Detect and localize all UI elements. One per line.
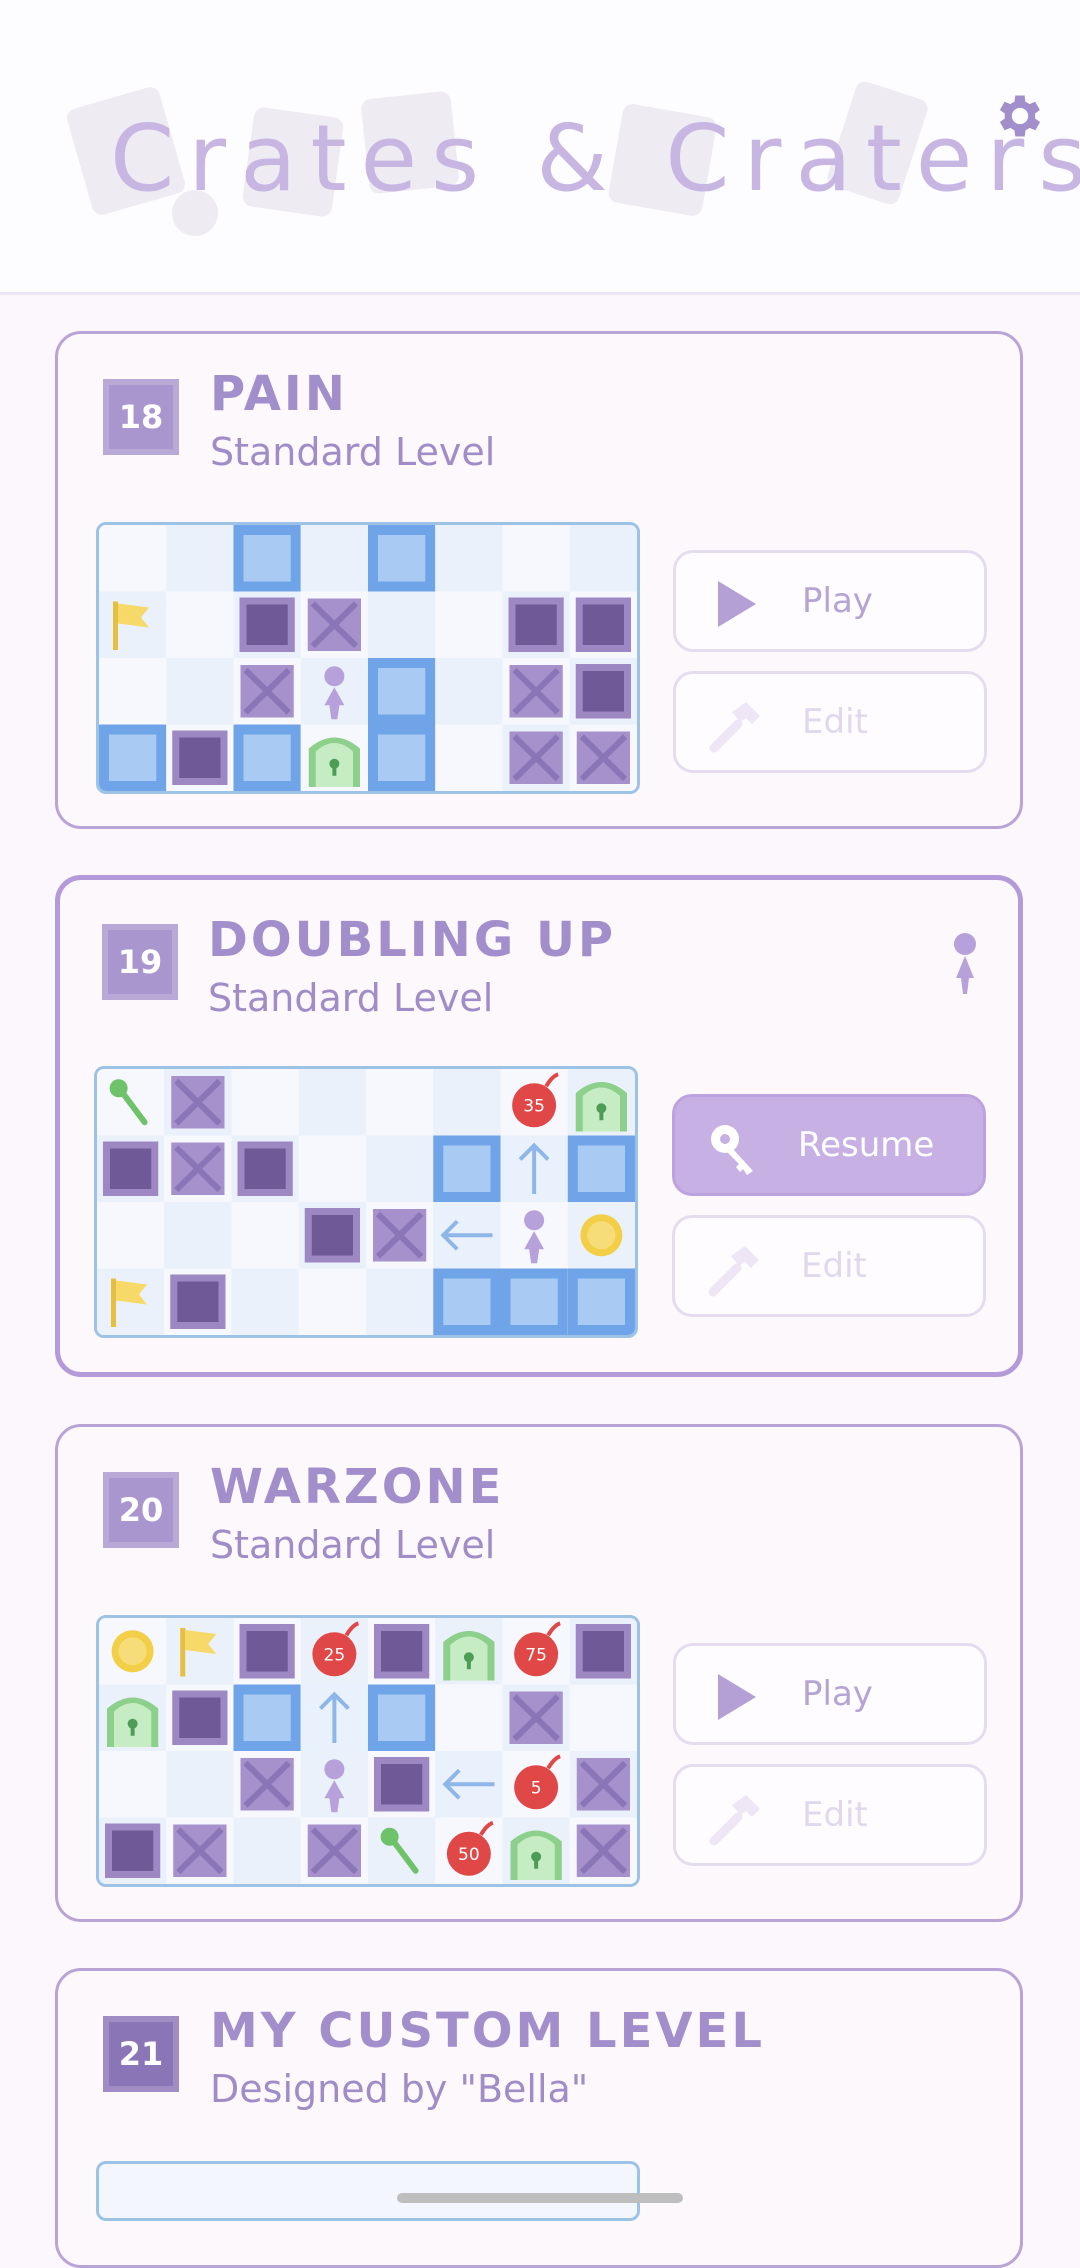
flag-icon <box>111 1278 116 1327</box>
edit-button-label: Edit <box>802 702 868 742</box>
bomb-timer: 5 <box>531 1778 542 1798</box>
hammer-icon <box>708 1246 759 1297</box>
level-number: 19 <box>117 943 163 981</box>
level-subtitle: Standard Level <box>208 976 494 1020</box>
level-preview[interactable]: 25 75 5 50 <box>96 1615 640 1887</box>
player-icon <box>324 1759 345 1780</box>
level-number: 20 <box>118 1491 164 1529</box>
bomb-timer: 75 <box>525 1645 547 1665</box>
flag-icon <box>180 1628 186 1677</box>
bomb-timer: 25 <box>324 1645 346 1665</box>
level-title: WARZONE <box>210 1459 505 1515</box>
app-header: Crates & Craters <box>0 0 1080 295</box>
settings-gear-icon[interactable] <box>992 88 1048 144</box>
level-number-badge: 18 <box>103 379 179 455</box>
bomb-timer: 35 <box>523 1096 545 1116</box>
player-icon <box>324 666 345 687</box>
level-card-active[interactable]: 19 DOUBLING UP Standard Level 35 Resume … <box>55 875 1023 1377</box>
hammer-icon <box>709 1795 760 1846</box>
edit-button[interactable]: Edit <box>672 1215 986 1317</box>
player-icon <box>524 1210 545 1231</box>
level-subtitle: Standard Level <box>210 1523 496 1567</box>
bomb-timer: 50 <box>458 1845 480 1865</box>
level-number-badge: 21 <box>103 2016 179 2092</box>
play-button[interactable]: Play <box>673 1643 987 1745</box>
level-number-badge: 20 <box>103 1472 179 1548</box>
edit-button[interactable]: Edit <box>673 1764 987 1866</box>
level-card[interactable]: 20 WARZONE Standard Level 25 75 5 50 Play E… <box>55 1424 1023 1922</box>
in-progress-player-icon <box>954 933 976 994</box>
level-subtitle: Designed by "Bella" <box>210 2067 589 2111</box>
level-number: 18 <box>118 398 164 436</box>
level-subtitle: Standard Level <box>210 430 496 474</box>
play-button-label: Play <box>802 1674 873 1714</box>
edit-button[interactable]: Edit <box>673 671 987 773</box>
resume-button-label: Resume <box>798 1125 935 1165</box>
play-icon <box>718 581 756 627</box>
level-title: DOUBLING UP <box>208 912 617 968</box>
play-button[interactable]: Play <box>673 550 987 652</box>
level-preview-partial[interactable] <box>96 2161 640 2221</box>
key-icon <box>711 1125 753 1175</box>
level-preview[interactable] <box>96 522 640 794</box>
home-indicator <box>397 2193 683 2203</box>
app-title: Crates & Craters <box>110 105 1080 212</box>
level-preview[interactable]: 35 <box>94 1066 638 1338</box>
level-title: PAIN <box>210 366 348 422</box>
play-icon <box>718 1674 756 1720</box>
edit-button-label: Edit <box>801 1246 867 1286</box>
hammer-icon <box>709 702 760 753</box>
level-title: MY CUSTOM LEVEL <box>210 2003 765 2059</box>
play-button-label: Play <box>802 581 873 621</box>
resume-button[interactable]: Resume <box>672 1094 986 1196</box>
level-card[interactable]: 21 MY CUSTOM LEVEL Designed by "Bella" <box>55 1968 1023 2268</box>
level-number: 21 <box>118 2035 164 2073</box>
level-number-badge: 19 <box>102 924 178 1000</box>
level-card[interactable]: 18 PAIN Standard Level Play Edit <box>55 331 1023 829</box>
flag-icon <box>113 601 118 650</box>
edit-button-label: Edit <box>802 1795 868 1835</box>
